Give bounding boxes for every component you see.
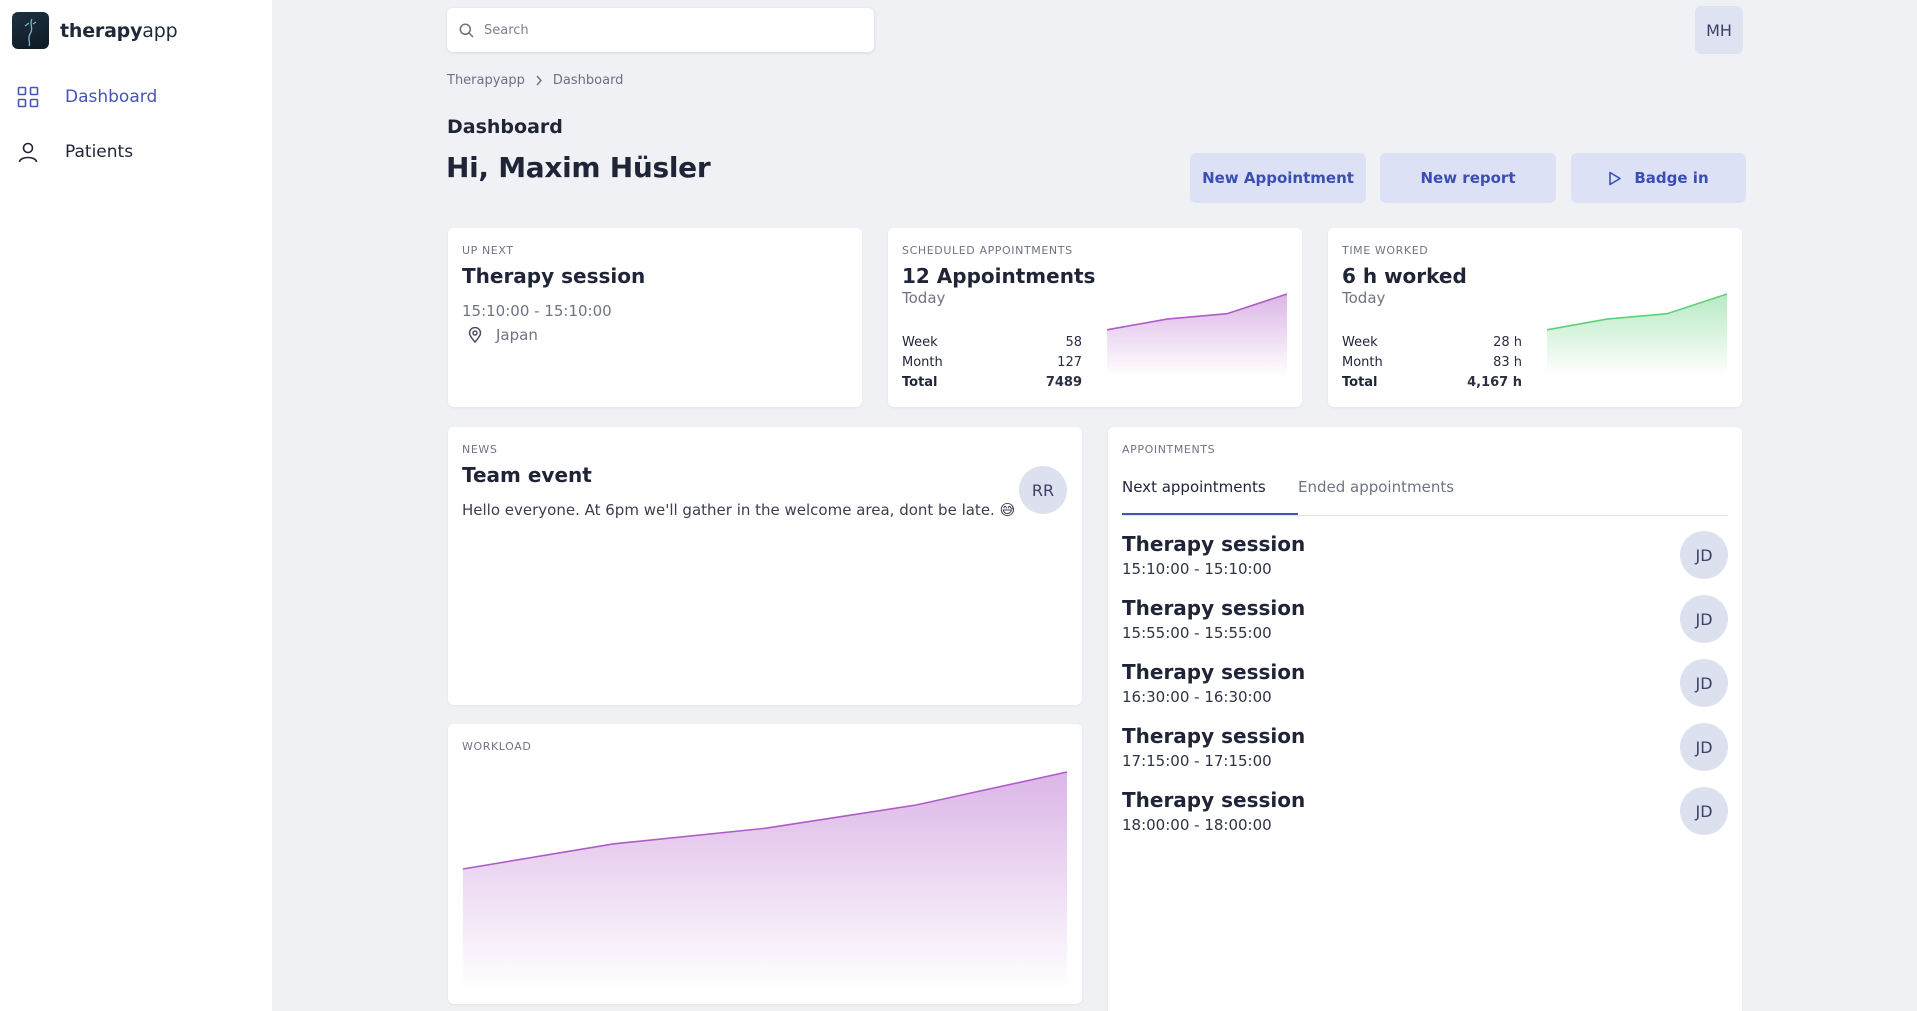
scheduled-appointments-card: SCHEDULED APPOINTMENTS 12 Appointments T… bbox=[888, 228, 1302, 407]
chevron-right-icon bbox=[535, 75, 543, 86]
news-title: Team event bbox=[462, 463, 592, 487]
card-title: 12 Appointments bbox=[902, 264, 1096, 288]
scheduled-trend-sparkline bbox=[1106, 293, 1288, 376]
patient-avatar[interactable]: JD bbox=[1680, 787, 1728, 835]
card-eyebrow: UP NEXT bbox=[462, 244, 514, 257]
appointment-time: 17:15:00 - 17:15:00 bbox=[1122, 752, 1272, 770]
session-time: 15:10:00 - 15:10:00 bbox=[462, 302, 612, 320]
appointment-time: 15:10:00 - 15:10:00 bbox=[1122, 560, 1272, 578]
list-item[interactable]: Therapy session 16:30:00 - 16:30:00 JD bbox=[1122, 644, 1728, 708]
breadcrumb: Therapyapp Dashboard bbox=[447, 73, 623, 88]
breadcrumb-item-therapyapp[interactable]: Therapyapp bbox=[447, 73, 525, 88]
stat-row-week: Week 28 h bbox=[1342, 335, 1522, 350]
appointment-title: Therapy session bbox=[1122, 660, 1306, 684]
card-eyebrow: TIME WORKED bbox=[1342, 244, 1429, 257]
appointment-title: Therapy session bbox=[1122, 596, 1306, 620]
stats-table: Week 58 Month 127 Total 7489 bbox=[902, 333, 1082, 393]
patient-avatar[interactable]: JD bbox=[1680, 531, 1728, 579]
card-title: 6 h worked bbox=[1342, 264, 1467, 288]
search-input[interactable] bbox=[484, 22, 844, 38]
card-eyebrow: NEWS bbox=[462, 443, 498, 456]
session-location: Japan bbox=[462, 326, 848, 344]
badge-in-button[interactable]: Badge in bbox=[1571, 153, 1746, 203]
sidebar-item-label: Dashboard bbox=[65, 87, 158, 107]
app-logo[interactable]: therapyapp bbox=[12, 12, 178, 49]
workload-card: WORKLOAD bbox=[448, 724, 1082, 1004]
patient-avatar[interactable]: JD bbox=[1680, 723, 1728, 771]
search-bar bbox=[447, 8, 874, 52]
stat-row-month: Month 127 bbox=[902, 355, 1082, 370]
stats-table: Week 28 h Month 83 h Total 4,167 h bbox=[1342, 333, 1522, 393]
sparkline-area bbox=[1547, 294, 1727, 376]
card-eyebrow: SCHEDULED APPOINTMENTS bbox=[902, 244, 1073, 257]
sidebar-item-patients[interactable]: Patients bbox=[17, 141, 133, 163]
author-avatar[interactable]: RR bbox=[1019, 466, 1067, 514]
time-worked-trend-sparkline bbox=[1546, 293, 1728, 376]
app-name: therapyapp bbox=[60, 19, 178, 42]
user-icon bbox=[17, 141, 39, 163]
appointments-card: APPOINTMENTS Next appointments Ended app… bbox=[1108, 427, 1742, 1011]
news-card: NEWS Team event Hello everyone. At 6pm w… bbox=[448, 427, 1082, 705]
sparkline-area bbox=[1107, 294, 1287, 376]
tab-ended-appointments[interactable]: Ended appointments bbox=[1298, 476, 1454, 515]
card-title: Therapy session bbox=[462, 264, 646, 288]
new-appointment-button[interactable]: New Appointment bbox=[1190, 153, 1366, 203]
page-greeting: Hi, Maxim Hüsler bbox=[446, 151, 711, 184]
appointment-title: Therapy session bbox=[1122, 724, 1306, 748]
appointment-title: Therapy session bbox=[1122, 532, 1306, 556]
stat-row-total: Total 4,167 h bbox=[1342, 375, 1522, 390]
appointment-time: 16:30:00 - 16:30:00 bbox=[1122, 688, 1272, 706]
sidebar: therapyapp Dashboard Patients bbox=[0, 0, 272, 1011]
up-next-card: UP NEXT Therapy session 15:10:00 - 15:10… bbox=[448, 228, 862, 407]
search-icon bbox=[459, 23, 474, 38]
breadcrumb-item-dashboard: Dashboard bbox=[552, 73, 624, 88]
page-section-title: Dashboard bbox=[447, 116, 563, 138]
list-item[interactable]: Therapy session 15:10:00 - 15:10:00 JD bbox=[1122, 516, 1728, 580]
badge-in-label: Badge in bbox=[1634, 169, 1709, 187]
stat-row-month: Month 83 h bbox=[1342, 355, 1522, 370]
workload-area bbox=[463, 772, 1067, 990]
appointments-list: Therapy session 15:10:00 - 15:10:00 JD T… bbox=[1122, 516, 1728, 836]
grid-icon bbox=[17, 86, 39, 108]
location-label: Japan bbox=[496, 326, 538, 344]
stat-row-total: Total 7489 bbox=[902, 375, 1082, 390]
play-icon bbox=[1608, 171, 1622, 186]
list-item[interactable]: Therapy session 17:15:00 - 17:15:00 JD bbox=[1122, 708, 1728, 772]
sidebar-item-dashboard[interactable]: Dashboard bbox=[17, 86, 157, 108]
patient-avatar[interactable]: JD bbox=[1680, 659, 1728, 707]
logo-icon bbox=[12, 12, 49, 49]
appointment-time: 18:00:00 - 18:00:00 bbox=[1122, 816, 1272, 834]
sidebar-item-label: Patients bbox=[65, 142, 134, 162]
location-pin-icon bbox=[468, 327, 482, 343]
list-item[interactable]: Therapy session 15:55:00 - 15:55:00 JD bbox=[1122, 580, 1728, 644]
news-body: Hello everyone. At 6pm we'll gather in t… bbox=[462, 501, 1016, 519]
time-worked-card: TIME WORKED 6 h worked Today Week 28 h Mo… bbox=[1328, 228, 1742, 407]
appointment-time: 15:55:00 - 15:55:00 bbox=[1122, 624, 1272, 642]
patient-avatar[interactable]: JD bbox=[1680, 595, 1728, 643]
appointments-tabs: Next appointments Ended appointments bbox=[1122, 476, 1728, 516]
user-avatar[interactable]: MH bbox=[1695, 6, 1743, 54]
card-eyebrow: WORKLOAD bbox=[462, 740, 532, 753]
card-eyebrow: APPOINTMENTS bbox=[1122, 443, 1216, 456]
workload-area-chart bbox=[462, 771, 1068, 990]
new-report-button[interactable]: New report bbox=[1380, 153, 1556, 203]
stat-row-week: Week 58 bbox=[902, 335, 1082, 350]
list-item[interactable]: Therapy session 18:00:00 - 18:00:00 JD bbox=[1122, 772, 1728, 836]
tab-next-appointments[interactable]: Next appointments bbox=[1122, 476, 1298, 515]
appointment-title: Therapy session bbox=[1122, 788, 1306, 812]
